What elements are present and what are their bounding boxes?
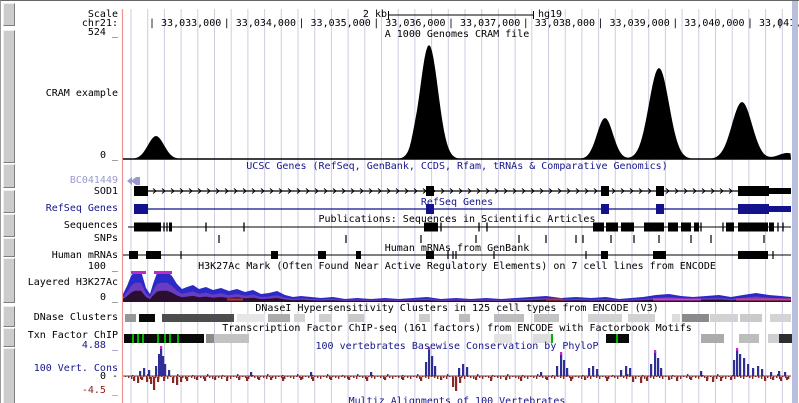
track-label-txn[interactable]: Txn Factor ChIP — [28, 331, 118, 340]
position-tick: | 33,035,000 — [299, 19, 371, 28]
cram-coverage-track[interactable] — [123, 45, 791, 159]
position-tick: | 33,037,000 — [448, 19, 520, 28]
track-drag-handle[interactable] — [3, 214, 15, 237]
title-txn: Transcription Factor ChIP-seq (161 facto… — [123, 324, 791, 333]
title-multiz: Multiz Alignments of 100 Vertebrates — [123, 397, 791, 403]
track-drag-handle[interactable] — [3, 30, 15, 163]
title-cons: 100 vertebrates Basewise Conservation by… — [123, 342, 791, 351]
gene-item-sod1[interactable] — [134, 186, 791, 196]
track-drag-handle[interactable] — [3, 164, 15, 188]
cram-max-label: 524 _ — [88, 28, 118, 37]
position-tick: | 33,040,000 — [672, 19, 744, 28]
track-drag-handle[interactable] — [3, 190, 15, 213]
title-h3k27ac: H3K27Ac Mark (Often Found Near Active Re… — [123, 262, 791, 271]
title-mrnas: Human mRNAs from GenBank — [123, 244, 791, 253]
track-drag-handle[interactable] — [3, 258, 15, 303]
title-publications: Publications: Sequences in Scientific Ar… — [123, 215, 791, 224]
h3k-min-label: 0 _ — [100, 293, 118, 302]
position-tick: | 33,039,000 — [598, 19, 670, 28]
position-tick: | 33,033,000 — [149, 19, 221, 28]
track-label-snps[interactable]: SNPs — [94, 234, 118, 243]
track-label-cram[interactable]: CRAM example — [46, 89, 118, 98]
title-refseq: RefSeq Genes — [123, 198, 791, 207]
cons-min-label: -4.5 _ — [82, 386, 118, 395]
track-drag-handle[interactable] — [3, 306, 15, 327]
position-tick: | 33,038,000 — [523, 19, 595, 28]
position-tick: | 33,036,000 — [373, 19, 445, 28]
track-label-sequences[interactable]: Sequences — [64, 221, 118, 230]
conservation-track[interactable] — [123, 346, 791, 391]
title-ucsc-genes: UCSC Genes (RefSeq, GenBank, CCDS, Rfam,… — [123, 162, 791, 171]
track-drag-handle[interactable] — [3, 348, 15, 403]
track-drag-handle[interactable] — [3, 328, 15, 347]
cons-zero-label: 0 - — [100, 372, 118, 381]
title-dnase: DNaseI Hypersensitivity Clusters in 125 … — [123, 304, 791, 313]
dnase-clusters-track[interactable] — [125, 314, 791, 322]
position-tick: | — [777, 19, 783, 28]
position-tick: | 33,034,000 — [224, 19, 296, 28]
cram-min-label: 0 _ — [100, 151, 118, 160]
track-drag-handle[interactable] — [3, 238, 15, 257]
genome-browser: Scale chr21: 524 _ CRAM example 0 _ BC04… — [0, 0, 799, 403]
right-side-strip[interactable] — [792, 1, 798, 403]
track-label-mrnas[interactable]: Human mRNAs — [52, 251, 118, 260]
title-cram: A 1000 Genomes CRAM file — [123, 30, 791, 39]
track-label-dnase[interactable]: DNase Clusters — [34, 313, 118, 322]
gene-label-bc041449[interactable]: BC041449 — [70, 176, 118, 185]
gene-item-bc041449[interactable] — [127, 177, 140, 185]
gene-label-sod1[interactable]: SOD1 — [94, 187, 118, 196]
track-drag-handle[interactable] — [3, 3, 15, 26]
track-label-h3k27ac[interactable]: Layered H3K27Ac — [28, 278, 118, 287]
layered-h3k27ac-track[interactable] — [123, 271, 791, 302]
track-label-refseq[interactable]: RefSeq Genes — [46, 204, 118, 213]
h3k-max-label: 100 _ — [88, 262, 118, 271]
cons-max-label: 4.88 _ — [82, 341, 118, 350]
